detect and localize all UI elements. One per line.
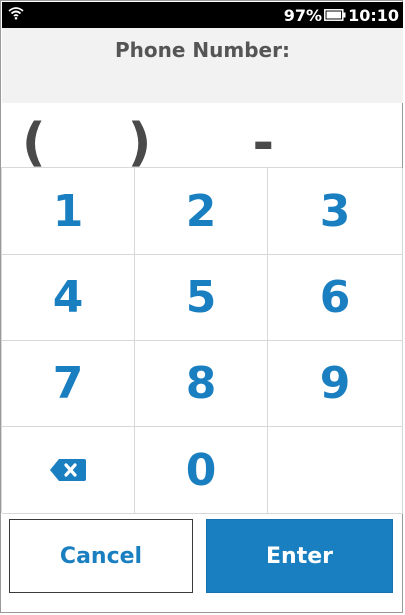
header: Phone Number: — [2, 28, 403, 103]
battery-icon — [324, 9, 346, 21]
key-2[interactable]: 2 — [135, 168, 268, 255]
empty-key — [268, 427, 403, 514]
key-3[interactable]: 3 — [268, 168, 403, 255]
wifi-icon — [8, 7, 24, 20]
page-title: Phone Number: — [115, 38, 290, 62]
backspace-icon — [50, 459, 86, 481]
key-7[interactable]: 7 — [2, 341, 135, 427]
key-8[interactable]: 8 — [135, 341, 268, 427]
key-6[interactable]: 6 — [268, 255, 403, 341]
keypad: 1 2 3 4 5 6 7 8 9 0 — [1, 167, 403, 514]
battery-percent: 97% — [283, 5, 323, 25]
enter-button[interactable]: Enter — [206, 519, 393, 593]
key-9[interactable]: 9 — [268, 341, 403, 427]
backspace-button[interactable] — [2, 427, 135, 514]
clock: 10:10 — [348, 5, 399, 25]
phone-number-display: (___) ___-____ — [21, 113, 384, 167]
status-right: 97% 10:10 — [284, 2, 399, 28]
cancel-button[interactable]: Cancel — [9, 519, 193, 593]
key-1[interactable]: 1 — [2, 168, 135, 255]
key-5[interactable]: 5 — [135, 255, 268, 341]
app-window: 97% 10:10 Phone Number: (___) ___-____ 1… — [0, 0, 403, 613]
key-0[interactable]: 0 — [135, 427, 268, 514]
key-4[interactable]: 4 — [2, 255, 135, 341]
status-bar: 97% 10:10 — [2, 2, 403, 28]
